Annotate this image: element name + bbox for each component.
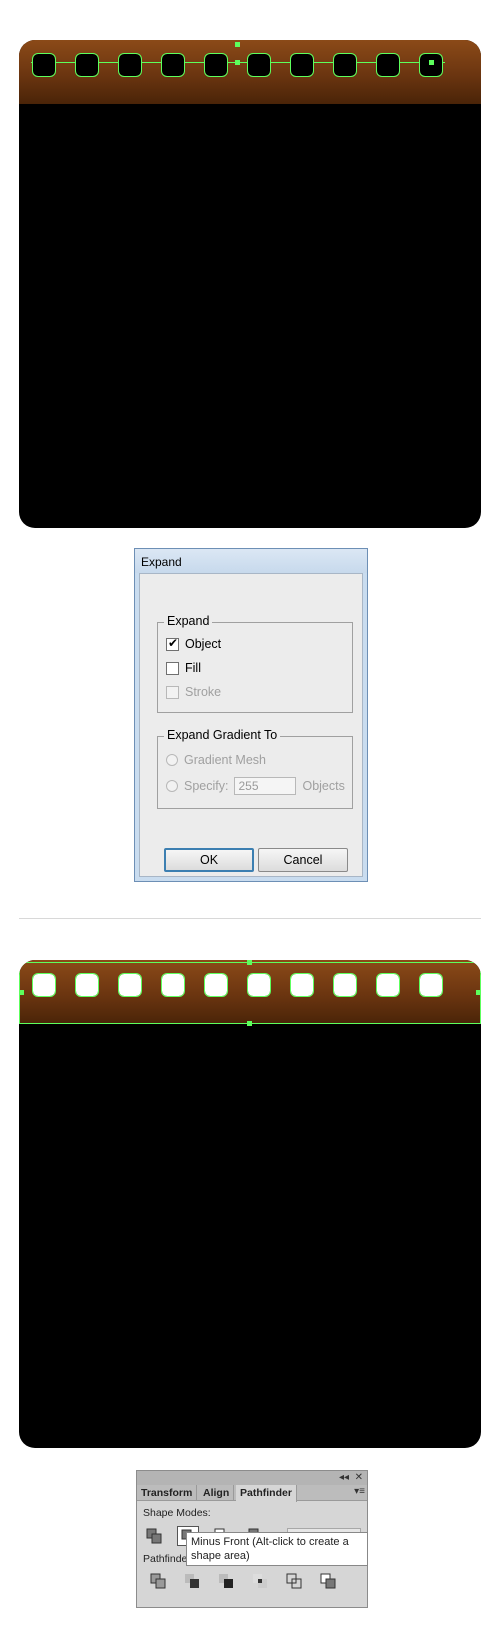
hole bbox=[376, 53, 400, 77]
expand-dialog: Expand Expand ✔ Object Fill Stroke Expan… bbox=[134, 548, 368, 882]
dialog-body: Expand ✔ Object Fill Stroke Expand Gradi… bbox=[139, 573, 363, 877]
outline-icon[interactable] bbox=[283, 1571, 305, 1591]
hole bbox=[247, 53, 271, 77]
hole bbox=[376, 973, 400, 997]
selection-handle[interactable] bbox=[476, 990, 481, 995]
specify-input: 255 bbox=[234, 777, 297, 795]
selection-anchor bbox=[429, 60, 434, 65]
panel-menu-icon[interactable]: ▾≡ bbox=[354, 1486, 365, 1497]
specify-option: Specify: 255 Objects bbox=[166, 777, 345, 795]
minus-back-icon[interactable] bbox=[317, 1571, 339, 1591]
hole bbox=[75, 973, 99, 997]
hole bbox=[419, 973, 443, 997]
selection-handle[interactable] bbox=[247, 960, 252, 965]
selection-handle[interactable] bbox=[476, 960, 481, 965]
specify-label: Specify: bbox=[184, 779, 229, 793]
selection-handle[interactable] bbox=[19, 990, 24, 995]
trim-icon[interactable] bbox=[181, 1571, 203, 1591]
tooltip-line-2: shape area) bbox=[191, 1550, 250, 1562]
gradient-mesh-label: Gradient Mesh bbox=[184, 753, 266, 767]
stroke-checkbox bbox=[166, 685, 179, 699]
expand-group: Expand ✔ Object Fill Stroke bbox=[157, 614, 353, 713]
pathfinders-label: Pathfinder bbox=[143, 1553, 191, 1565]
hole bbox=[333, 53, 357, 77]
hole bbox=[32, 53, 56, 77]
hole bbox=[204, 973, 228, 997]
specify-unit: Objects bbox=[302, 779, 345, 793]
artwork-top bbox=[19, 40, 481, 528]
gradient-mesh-radio bbox=[166, 754, 178, 766]
ok-button[interactable]: OK bbox=[164, 848, 254, 872]
hole bbox=[118, 973, 142, 997]
hole bbox=[161, 973, 185, 997]
hole bbox=[204, 53, 228, 77]
fill-checkbox[interactable] bbox=[166, 661, 179, 675]
hole bbox=[32, 973, 56, 997]
selection-handle[interactable] bbox=[247, 1021, 252, 1026]
cancel-button[interactable]: Cancel bbox=[258, 848, 348, 872]
artwork-bottom bbox=[19, 960, 481, 1448]
shape-modes-label: Shape Modes: bbox=[143, 1507, 211, 1519]
divider bbox=[19, 918, 481, 919]
tab-transform[interactable]: Transform bbox=[137, 1485, 198, 1501]
dialog-title: Expand bbox=[135, 549, 367, 573]
expand-group-legend: Expand bbox=[164, 614, 213, 628]
stroke-option: Stroke bbox=[166, 685, 221, 699]
selection-anchor bbox=[235, 42, 240, 47]
stroke-label: Stroke bbox=[185, 685, 222, 699]
fill-label: Fill bbox=[185, 661, 201, 675]
gradient-group-legend: Expand Gradient To bbox=[164, 728, 281, 742]
merge-icon[interactable] bbox=[215, 1571, 237, 1591]
hole bbox=[419, 53, 443, 77]
fill-option[interactable]: Fill bbox=[166, 661, 201, 675]
specify-radio bbox=[166, 780, 178, 792]
hole bbox=[161, 53, 185, 77]
hole bbox=[333, 973, 357, 997]
close-icon[interactable]: ✕ bbox=[355, 1471, 363, 1484]
object-label: Object bbox=[185, 637, 222, 651]
gradient-mesh-option: Gradient Mesh bbox=[166, 753, 266, 767]
tab-align[interactable]: Align bbox=[199, 1485, 235, 1501]
expand-gradient-group: Expand Gradient To Gradient Mesh Specify… bbox=[157, 728, 353, 809]
collapse-icon[interactable]: ◂◂ bbox=[339, 1471, 349, 1484]
panel-topbar: ◂◂ ✕ bbox=[137, 1471, 367, 1485]
selection-anchor bbox=[235, 60, 240, 65]
divide-icon[interactable] bbox=[147, 1571, 169, 1591]
hole bbox=[290, 53, 314, 77]
minus-front-tooltip: Minus Front (Alt-click to create a shape… bbox=[186, 1532, 368, 1566]
checkmark-icon: ✔ bbox=[168, 635, 179, 650]
hole bbox=[247, 973, 271, 997]
object-option[interactable]: ✔ Object bbox=[166, 635, 222, 651]
panel-tabs: Transform Align Pathfinder ▾≡ bbox=[137, 1485, 367, 1502]
hole bbox=[290, 973, 314, 997]
hole bbox=[118, 53, 142, 77]
unite-icon[interactable] bbox=[143, 1526, 165, 1546]
tooltip-line-1: Minus Front (Alt-click to create a bbox=[191, 1536, 349, 1548]
selection-handle[interactable] bbox=[19, 960, 24, 965]
hole bbox=[75, 53, 99, 77]
tab-pathfinder[interactable]: Pathfinder bbox=[236, 1485, 297, 1502]
object-checkbox[interactable]: ✔ bbox=[166, 635, 179, 651]
crop-icon[interactable] bbox=[249, 1571, 271, 1591]
